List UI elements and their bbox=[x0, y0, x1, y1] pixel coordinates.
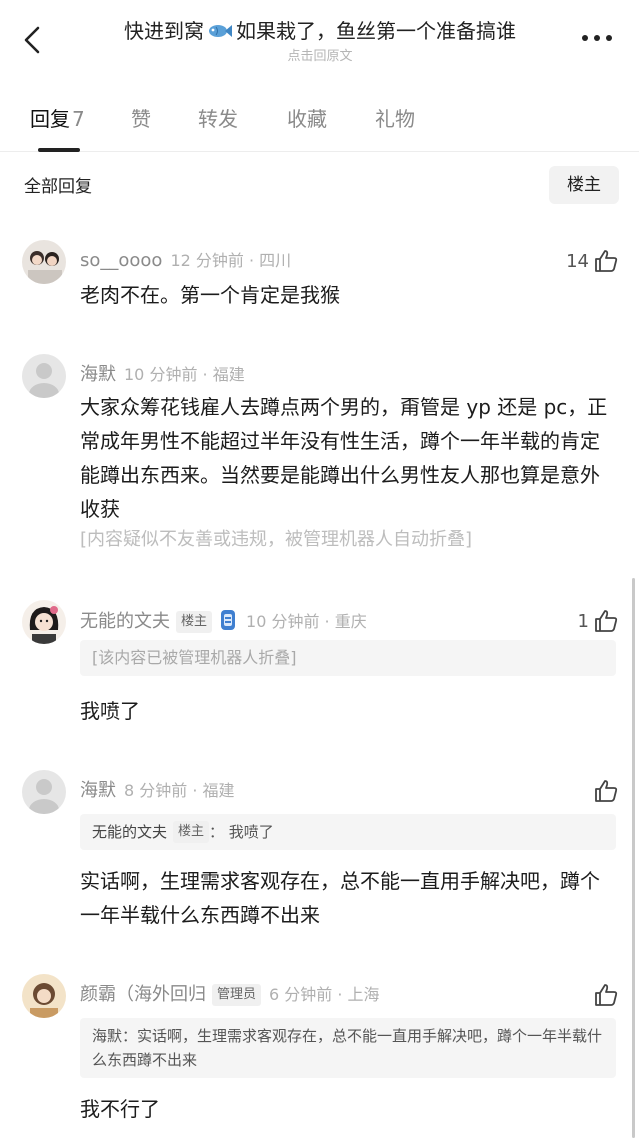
chevron-left-icon bbox=[24, 26, 40, 54]
tab-replies[interactable]: 回复 7 bbox=[30, 104, 85, 134]
owner-tag: 楼主 bbox=[173, 821, 210, 843]
tab-gifts[interactable]: 礼物 bbox=[375, 104, 415, 134]
like-count: 1 bbox=[577, 610, 589, 632]
quoted-reply[interactable]: 海默：实话啊，生理需求客观存在，总不能一直用手解决吧，蹲个一年半载什么东西蹲不出… bbox=[80, 1018, 616, 1078]
scrollbar[interactable] bbox=[632, 578, 635, 1138]
comment-time: 10 分钟前 · 福建 bbox=[124, 365, 245, 384]
quoted-username: 无能的文夫 bbox=[92, 823, 168, 841]
avatar[interactable] bbox=[22, 354, 66, 398]
thumbs-up-icon bbox=[595, 984, 618, 1006]
quoted-reply[interactable]: [该内容已被管理机器人折叠] bbox=[80, 640, 616, 676]
thumbs-up-icon bbox=[595, 610, 618, 632]
comment-text: 实话啊，生理需求客观存在，总不能一直用手解决吧，蹲个一年半载什么东西蹲不出来 bbox=[80, 869, 600, 927]
like-button[interactable]: 1 bbox=[578, 606, 619, 636]
post-title: 快进到窝 如果栽了，鱼丝第一个准备搞谁 bbox=[80, 16, 560, 48]
post-title-area[interactable]: 快进到窝 如果栽了，鱼丝第一个准备搞谁 点击回原文 bbox=[80, 16, 560, 66]
back-to-post-link[interactable]: 点击回原文 bbox=[80, 48, 560, 66]
quoted-text: ： 我喷了 bbox=[209, 823, 274, 841]
owner-tag: 楼主 bbox=[176, 611, 213, 633]
filter-bar: 全部回复 楼主 bbox=[0, 160, 639, 210]
like-count: 14 bbox=[566, 250, 589, 272]
tab-favorites[interactable]: 收藏 bbox=[287, 104, 327, 134]
quoted-reply[interactable]: 无能的文夫 楼主： 我喷了 bbox=[80, 814, 616, 850]
admin-tag: 管理员 bbox=[212, 984, 262, 1006]
comment-meta: 海默 10 分钟前 · 福建 bbox=[80, 362, 245, 388]
username[interactable]: 海默 bbox=[80, 780, 116, 801]
comment-time: 8 分钟前 · 福建 bbox=[124, 781, 235, 800]
medal-badge-icon bbox=[218, 608, 238, 640]
active-tab-indicator bbox=[38, 148, 80, 152]
comment-text: 我喷了 bbox=[80, 699, 140, 723]
like-button[interactable] bbox=[593, 980, 619, 1010]
all-replies-label: 全部回复 bbox=[24, 177, 92, 197]
folded-notice: [内容疑似不友善或违规，被管理机器人自动折叠] bbox=[80, 529, 473, 550]
like-button[interactable] bbox=[593, 776, 619, 806]
comment-text: 大家众筹花钱雇人去蹲点两个男的，甭管是 yp 还是 pc，正常成年男性不能超过半… bbox=[80, 395, 608, 521]
back-button[interactable] bbox=[18, 20, 48, 60]
comment-meta: 海默 8 分钟前 · 福建 bbox=[80, 778, 235, 804]
avatar[interactable] bbox=[22, 240, 66, 284]
username[interactable]: 海默 bbox=[80, 364, 116, 385]
thumbs-up-icon bbox=[595, 780, 618, 802]
tab-bar: 回复 7 赞 转发 收藏 礼物 bbox=[0, 96, 639, 152]
comment-time: 6 分钟前 · 上海 bbox=[269, 985, 380, 1004]
comment-meta: 颜霸（海外回归 管理员 6 分钟前 · 上海 bbox=[80, 982, 380, 1008]
more-dots-icon bbox=[582, 35, 612, 41]
like-button[interactable]: 14 bbox=[566, 246, 619, 276]
comment-text: 老肉不在。第一个肯定是我猴 bbox=[80, 283, 340, 307]
tab-reposts[interactable]: 转发 bbox=[198, 104, 238, 134]
owner-only-button[interactable]: 楼主 bbox=[549, 166, 619, 204]
comment-time: 12 分钟前 · 四川 bbox=[170, 251, 292, 270]
thumbs-up-icon bbox=[595, 250, 618, 272]
username[interactable]: 无能的文夫 bbox=[80, 611, 170, 632]
avatar[interactable] bbox=[22, 770, 66, 814]
comment-meta: 无能的文夫 楼主 10 分钟前 · 重庆 bbox=[80, 608, 367, 640]
tab-likes[interactable]: 赞 bbox=[131, 104, 151, 134]
username[interactable]: 颜霸（海外回归 bbox=[80, 984, 206, 1005]
comment-time: 10 分钟前 · 重庆 bbox=[246, 612, 367, 631]
avatar[interactable] bbox=[22, 974, 66, 1018]
comment-meta: so__oooo 12 分钟前 · 四川 bbox=[80, 248, 291, 274]
avatar[interactable] bbox=[22, 600, 66, 644]
username[interactable]: so__oooo bbox=[80, 250, 162, 271]
fish-icon bbox=[207, 18, 233, 48]
comment-text: 我不行了 bbox=[80, 1097, 160, 1121]
top-bar: 快进到窝 如果栽了，鱼丝第一个准备搞谁 点击回原文 bbox=[0, 0, 639, 80]
more-button[interactable] bbox=[579, 28, 615, 48]
